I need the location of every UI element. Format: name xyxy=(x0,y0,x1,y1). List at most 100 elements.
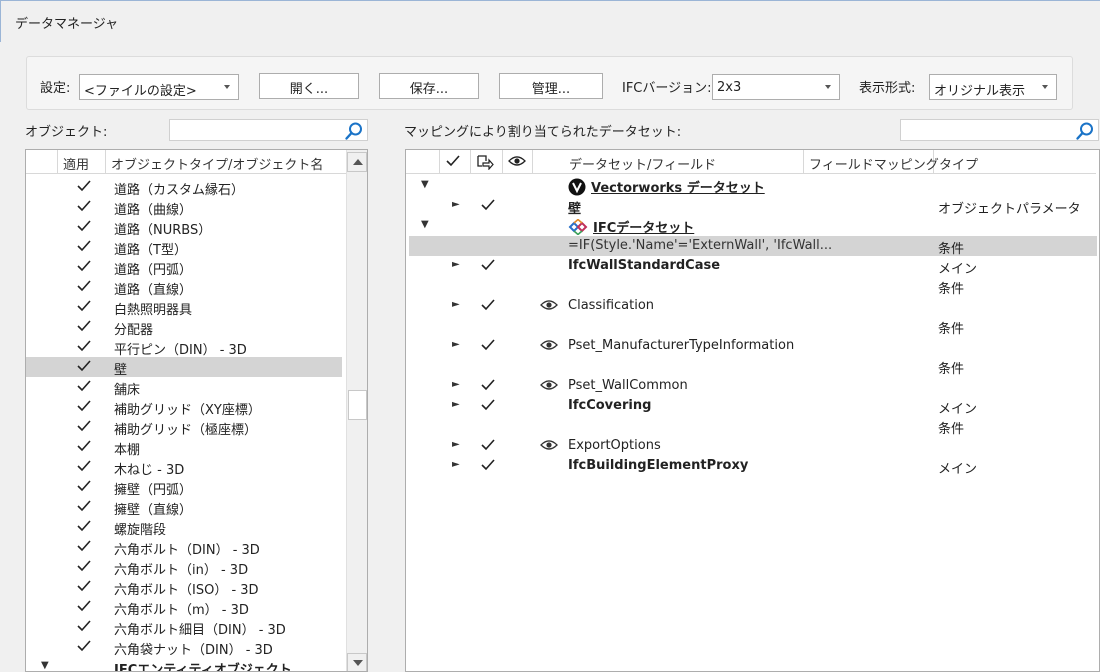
eye-icon[interactable] xyxy=(540,338,558,352)
header-apply[interactable]: 適用 xyxy=(58,150,106,174)
checkmark-icon[interactable] xyxy=(480,398,496,412)
mapping-tree-row[interactable]: 条件 xyxy=(409,356,1097,377)
header-field-mapping[interactable]: フィールドマッピング xyxy=(804,150,939,174)
checkmark-icon[interactable] xyxy=(76,579,92,593)
checkmark-icon[interactable] xyxy=(76,339,92,353)
checkmark-icon[interactable] xyxy=(76,439,92,453)
mapping-search-input[interactable] xyxy=(900,119,1099,141)
expand-right-icon[interactable]: ► xyxy=(452,439,460,450)
checkmark-icon[interactable] xyxy=(76,259,92,273)
object-list-item[interactable]: 六角ボルト（DIN） - 3D xyxy=(26,537,342,558)
object-list-item[interactable]: 平行ピン（DIN） - 3D xyxy=(26,337,342,358)
checkmark-icon[interactable] xyxy=(76,539,92,553)
mapping-tree-row[interactable]: ▼ Vectorworks データセット xyxy=(409,176,1097,196)
checkmark-icon[interactable] xyxy=(76,399,92,413)
checkmark-icon[interactable] xyxy=(76,559,92,573)
header-mapping-icon-col[interactable] xyxy=(471,150,503,174)
save-button[interactable]: 保存... xyxy=(379,73,479,99)
mapping-tree-row[interactable]: ► Pset_ManufacturerTypeInformation xyxy=(409,336,1097,356)
search-icon[interactable] xyxy=(1075,121,1095,141)
object-list-item[interactable]: 道路（NURBS） xyxy=(26,217,342,238)
expand-down-icon[interactable]: ▼ xyxy=(41,660,49,671)
scroll-up-button[interactable] xyxy=(347,152,367,172)
header-visibility-col[interactable] xyxy=(503,150,533,174)
checkmark-icon[interactable] xyxy=(76,479,92,493)
object-list-item[interactable]: 道路（直線） xyxy=(26,277,342,298)
checkmark-icon[interactable] xyxy=(76,619,92,633)
object-list-item[interactable]: 白熱照明器具 xyxy=(26,297,342,318)
checkmark-icon[interactable] xyxy=(76,319,92,333)
checkmark-icon[interactable] xyxy=(76,499,92,513)
header-dataset-field[interactable]: データセット/フィールド xyxy=(564,150,804,174)
eye-icon[interactable] xyxy=(540,378,558,392)
checkmark-icon[interactable] xyxy=(480,198,496,212)
settings-dropdown[interactable]: <ファイルの設定> xyxy=(79,74,239,100)
expand-right-icon[interactable]: ► xyxy=(452,299,460,310)
checkmark-icon[interactable] xyxy=(480,338,496,352)
mapping-tree-row[interactable]: ► 壁 オブジェクトパラメータ xyxy=(409,196,1097,217)
checkmark-icon[interactable] xyxy=(480,458,496,472)
expand-down-icon[interactable]: ▼ xyxy=(421,179,429,190)
object-list-item[interactable]: 本棚 xyxy=(26,437,342,458)
scroll-down-button[interactable] xyxy=(347,653,367,671)
mapping-tree-row[interactable]: 条件 xyxy=(409,276,1097,297)
object-list-item[interactable]: 六角袋ナット（DIN） - 3D xyxy=(26,637,342,658)
object-list-item[interactable]: 壁 xyxy=(26,357,342,378)
mapping-tree-row[interactable]: ► ExportOptions xyxy=(409,436,1097,456)
expand-right-icon[interactable]: ► xyxy=(452,379,460,390)
eye-icon[interactable] xyxy=(540,438,558,452)
checkmark-icon[interactable] xyxy=(76,179,92,193)
expand-right-icon[interactable]: ► xyxy=(452,399,460,410)
object-list-item[interactable]: 擁壁（円弧） xyxy=(26,477,342,498)
mapping-tree-row[interactable]: ► IfcWallStandardCase メイン xyxy=(409,256,1097,277)
object-list-item[interactable]: 補助グリッド（極座標） xyxy=(26,417,342,438)
mapping-tree-row[interactable]: 条件 xyxy=(409,416,1097,437)
object-list-item[interactable]: ▼ IFCエンティティオブジェクト xyxy=(26,657,342,671)
mapping-tree-row[interactable]: ► IfcBuildingElementProxy メイン xyxy=(409,456,1097,477)
display-format-dropdown[interactable]: オリジナル表示 xyxy=(929,74,1057,100)
object-list-item[interactable]: 六角ボルト（m） - 3D xyxy=(26,597,342,618)
checkmark-icon[interactable] xyxy=(76,419,92,433)
checkmark-icon[interactable] xyxy=(76,239,92,253)
expand-right-icon[interactable]: ► xyxy=(452,459,460,470)
expand-down-icon[interactable]: ▼ xyxy=(421,219,429,230)
expand-right-icon[interactable]: ► xyxy=(452,339,460,350)
checkmark-icon[interactable] xyxy=(76,299,92,313)
mapping-tree-row[interactable]: ▼ IFCデータセット xyxy=(409,216,1097,236)
object-list-item[interactable]: 道路（曲線） xyxy=(26,197,342,218)
header-apply-check[interactable] xyxy=(440,150,471,174)
object-list-item[interactable]: 六角ボルト細目（DIN） - 3D xyxy=(26,617,342,638)
mapping-tree-row[interactable]: ► Pset_WallCommon xyxy=(409,376,1097,396)
checkmark-icon[interactable] xyxy=(76,519,92,533)
checkmark-icon[interactable] xyxy=(76,199,92,213)
mapping-tree-row[interactable]: 条件 xyxy=(409,316,1097,337)
mapping-tree-row[interactable]: =IF(Style.'Name'='ExternWall', 'IfcWall.… xyxy=(409,236,1097,257)
header-type[interactable]: タイプ xyxy=(934,150,1096,174)
checkmark-icon[interactable] xyxy=(480,438,496,452)
ifc-version-dropdown[interactable]: 2x3 xyxy=(712,74,840,100)
checkmark-icon[interactable] xyxy=(480,298,496,312)
checkmark-icon[interactable] xyxy=(76,359,92,373)
object-search-input[interactable] xyxy=(169,119,368,141)
mapping-tree-row[interactable]: ► Classification xyxy=(409,296,1097,316)
object-list-item[interactable]: 道路（円弧） xyxy=(26,257,342,278)
object-list-scrollbar[interactable] xyxy=(346,150,367,671)
scroll-thumb[interactable] xyxy=(348,390,367,420)
search-icon[interactable] xyxy=(344,121,364,141)
checkmark-icon[interactable] xyxy=(76,219,92,233)
checkmark-icon[interactable] xyxy=(76,599,92,613)
object-list-item[interactable]: 擁壁（直線） xyxy=(26,497,342,518)
checkmark-icon[interactable] xyxy=(480,258,496,272)
eye-icon[interactable] xyxy=(540,298,558,312)
header-object-name[interactable]: オブジェクトタイプ/オブジェクト名 xyxy=(106,150,346,174)
checkmark-icon[interactable] xyxy=(76,639,92,653)
object-list-item[interactable]: 補助グリッド（XY座標） xyxy=(26,397,342,418)
checkmark-icon[interactable] xyxy=(480,378,496,392)
object-list-item[interactable]: 舗床 xyxy=(26,377,342,398)
object-list-item[interactable]: 六角ボルト（ISO） - 3D xyxy=(26,577,342,598)
checkmark-icon[interactable] xyxy=(76,279,92,293)
object-list-item[interactable]: 木ねじ - 3D xyxy=(26,457,342,478)
expand-right-icon[interactable]: ► xyxy=(452,199,460,210)
checkmark-icon[interactable] xyxy=(76,379,92,393)
object-list-item[interactable]: 螺旋階段 xyxy=(26,517,342,538)
